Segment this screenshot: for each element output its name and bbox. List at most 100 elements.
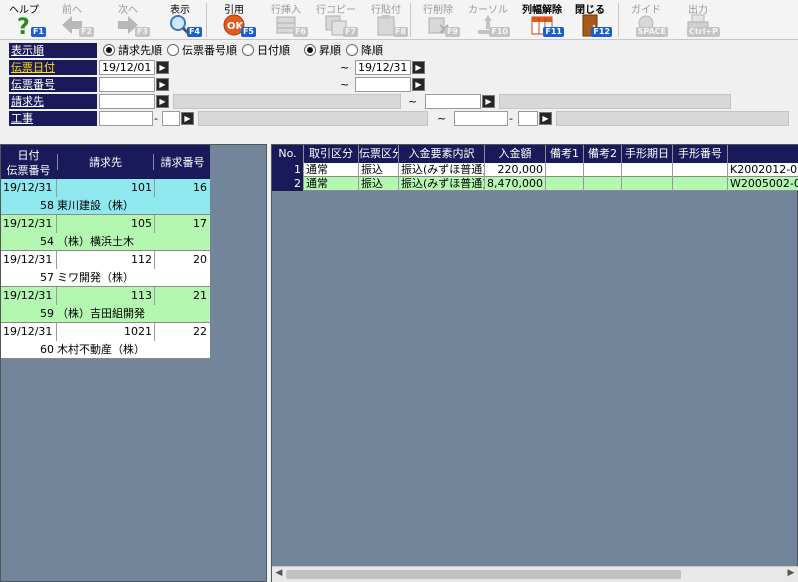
detail-header-cell[interactable]: 備考2 [584,145,622,163]
client-to-input[interactable] [425,94,481,109]
detail-cell-type: 通常 [304,177,359,191]
row-delete-button[interactable]: 行削除 F9 [414,0,462,40]
detail-cell-due [622,177,673,191]
slip-from-lookup-icon[interactable]: ▶ [156,78,169,91]
client-filter-row: 請求先 ▶ ~ ▶ [9,94,789,109]
next-button[interactable]: 次へ F3 [104,0,152,40]
detail-header-cell[interactable]: 手形期日 [622,145,673,163]
guide-button[interactable]: ガイド SPACE [622,0,670,40]
client-to-lookup-icon[interactable]: ▶ [482,95,495,108]
detail-header-cell[interactable]: 入金額 [485,145,546,163]
sort-slip-radio[interactable] [167,44,179,56]
row-insert-button[interactable]: 行挿入 F6 [262,0,310,40]
detail-row[interactable]: 2 通常 振込 振込(みずほ普通) 8,470,000 W2005002-0 [272,177,798,191]
row-client-name: ミワ開発（株） [57,271,134,284]
row-divider [154,251,155,269]
client-from-name [173,94,401,109]
row-bill-no: 20 [193,253,207,266]
toolbar: ヘルプ ? F1 前へ F2 次へ F3 表示 F4 引用 OK F5 行挿入 [0,0,798,40]
client-from-input[interactable] [99,94,155,109]
project-label: 工事 [9,111,97,126]
project-to-input-a[interactable] [454,111,508,126]
close-button[interactable]: 閉じる F12 [566,0,614,40]
row-client-code: 113 [131,289,152,302]
detail-cell-amount: 8,470,000 [485,177,546,191]
quote-button[interactable]: 引用 OK F5 [210,0,258,40]
row-bill-no: 16 [193,181,207,194]
detail-header-cell[interactable]: 取引区分 [304,145,359,163]
project-to-name [556,111,789,126]
scroll-right-icon[interactable]: ▶ [785,568,797,581]
guide-key: SPACE [635,27,668,37]
prev-button[interactable]: 前へ F2 [48,0,96,40]
client-to-name [499,94,731,109]
row-client-code: 112 [131,253,152,266]
row-date: 19/12/31 [3,325,53,338]
column-width-reset-button[interactable]: 列幅解除 F11 [518,0,566,40]
detail-header-cell[interactable]: 入金要素内訳 [399,145,485,163]
display-button[interactable]: 表示 F4 [156,0,204,40]
row-bill-no: 21 [193,289,207,302]
print-button[interactable]: 出力 Ctrl+P [674,0,722,40]
detail-cell-no: 2 [272,177,304,191]
date-to-lookup-icon[interactable]: ▶ [412,61,425,74]
detail-header-cell[interactable]: 手形番号 [673,145,728,163]
date-from-lookup-icon[interactable]: ▶ [156,61,169,74]
project-from-lookup-icon[interactable]: ▶ [181,112,194,125]
slip-list-header: 日付 伝票番号 請求先 請求番号 [1,145,210,179]
detail-header-cell[interactable]: No. [272,145,304,163]
project-from-input-a[interactable] [99,111,153,126]
project-to-input-b[interactable] [518,111,538,126]
toolbar-separator [206,3,207,37]
detail-cell-type: 通常 [304,163,359,177]
detail-horizontal-scrollbar[interactable]: ◀ ▶ [272,566,798,582]
row-divider [56,251,57,269]
client-label: 請求先 [9,94,97,109]
row-divider [56,179,57,197]
row-paste-button[interactable]: 行貼付 F8 [362,0,410,40]
detail-cell-slip-type: 振込 [359,177,399,191]
detail-grid: No. 取引区分 伝票区分 入金要素内訳 入金額 備考1 備考2 手形期日 手形番号 1 通常 振込… [272,145,798,191]
project-to-lookup-icon[interactable]: ▶ [539,112,552,125]
client-from-lookup-icon[interactable]: ▶ [156,95,169,108]
date-from-input[interactable]: 19/12/01 [99,60,155,75]
cursor-button[interactable]: カーソル F10 [464,0,512,40]
detail-header: No. 取引区分 伝票区分 入金要素内訳 入金額 備考1 備考2 手形期日 手形番号 [272,145,798,163]
sort-date-label: 日付順 [257,44,290,57]
slip-list-row[interactable]: 19/12/31 112 20 57 ミワ開発（株） [1,251,210,287]
slip-to-input[interactable] [355,77,411,92]
row-divider [56,323,57,341]
detail-rows: 1 通常 振込 振込(みずほ普通) 220,000 K2002012-0 2 通常 振込 振込(み… [272,163,798,191]
slip-from-input[interactable] [99,77,155,92]
project-from-dash: - [154,112,158,125]
sort-date-radio[interactable] [242,44,254,56]
help-button[interactable]: ヘルプ ? F1 [0,0,48,40]
scroll-left-icon[interactable]: ◀ [273,568,285,581]
slip-list-row[interactable]: 19/12/31 101 16 58 東川建設（株） [1,179,210,215]
row-insert-key: F6 [292,27,308,37]
order-asc-label: 昇順 [319,44,341,57]
slip-list-row[interactable]: 19/12/31 113 21 59 （株）吉田組開発 [1,287,210,323]
row-copy-button[interactable]: 行コピー F7 [312,0,360,40]
project-range-tilde: ~ [437,112,447,125]
slip-range-tilde: ~ [340,78,350,91]
detail-header-cell[interactable] [728,145,798,163]
slip-to-lookup-icon[interactable]: ▶ [412,78,425,91]
row-slip-no: 58 [40,199,54,212]
detail-row[interactable]: 1 通常 振込 振込(みずほ普通) 220,000 K2002012-0 [272,163,798,177]
date-to-input[interactable]: 19/12/31 [355,60,411,75]
detail-header-cell[interactable]: 備考1 [546,145,584,163]
order-asc-radio[interactable] [304,44,316,56]
help-key: F1 [30,27,46,37]
order-desc-radio[interactable] [346,44,358,56]
project-from-input-b[interactable] [162,111,180,126]
toolbar-separator [618,3,619,37]
row-divider [154,179,155,197]
slip-list-row[interactable]: 19/12/31 105 17 54 （株）横浜土木 [1,215,210,251]
detail-header-cell[interactable]: 伝票区分 [359,145,399,163]
sort-client-label: 請求先順 [118,44,162,57]
sort-client-radio[interactable] [103,44,115,56]
scroll-thumb[interactable] [286,570,681,579]
slip-list-row[interactable]: 19/12/31 1021 22 60 木村不動産（株） [1,323,210,359]
row-divider [154,287,155,305]
